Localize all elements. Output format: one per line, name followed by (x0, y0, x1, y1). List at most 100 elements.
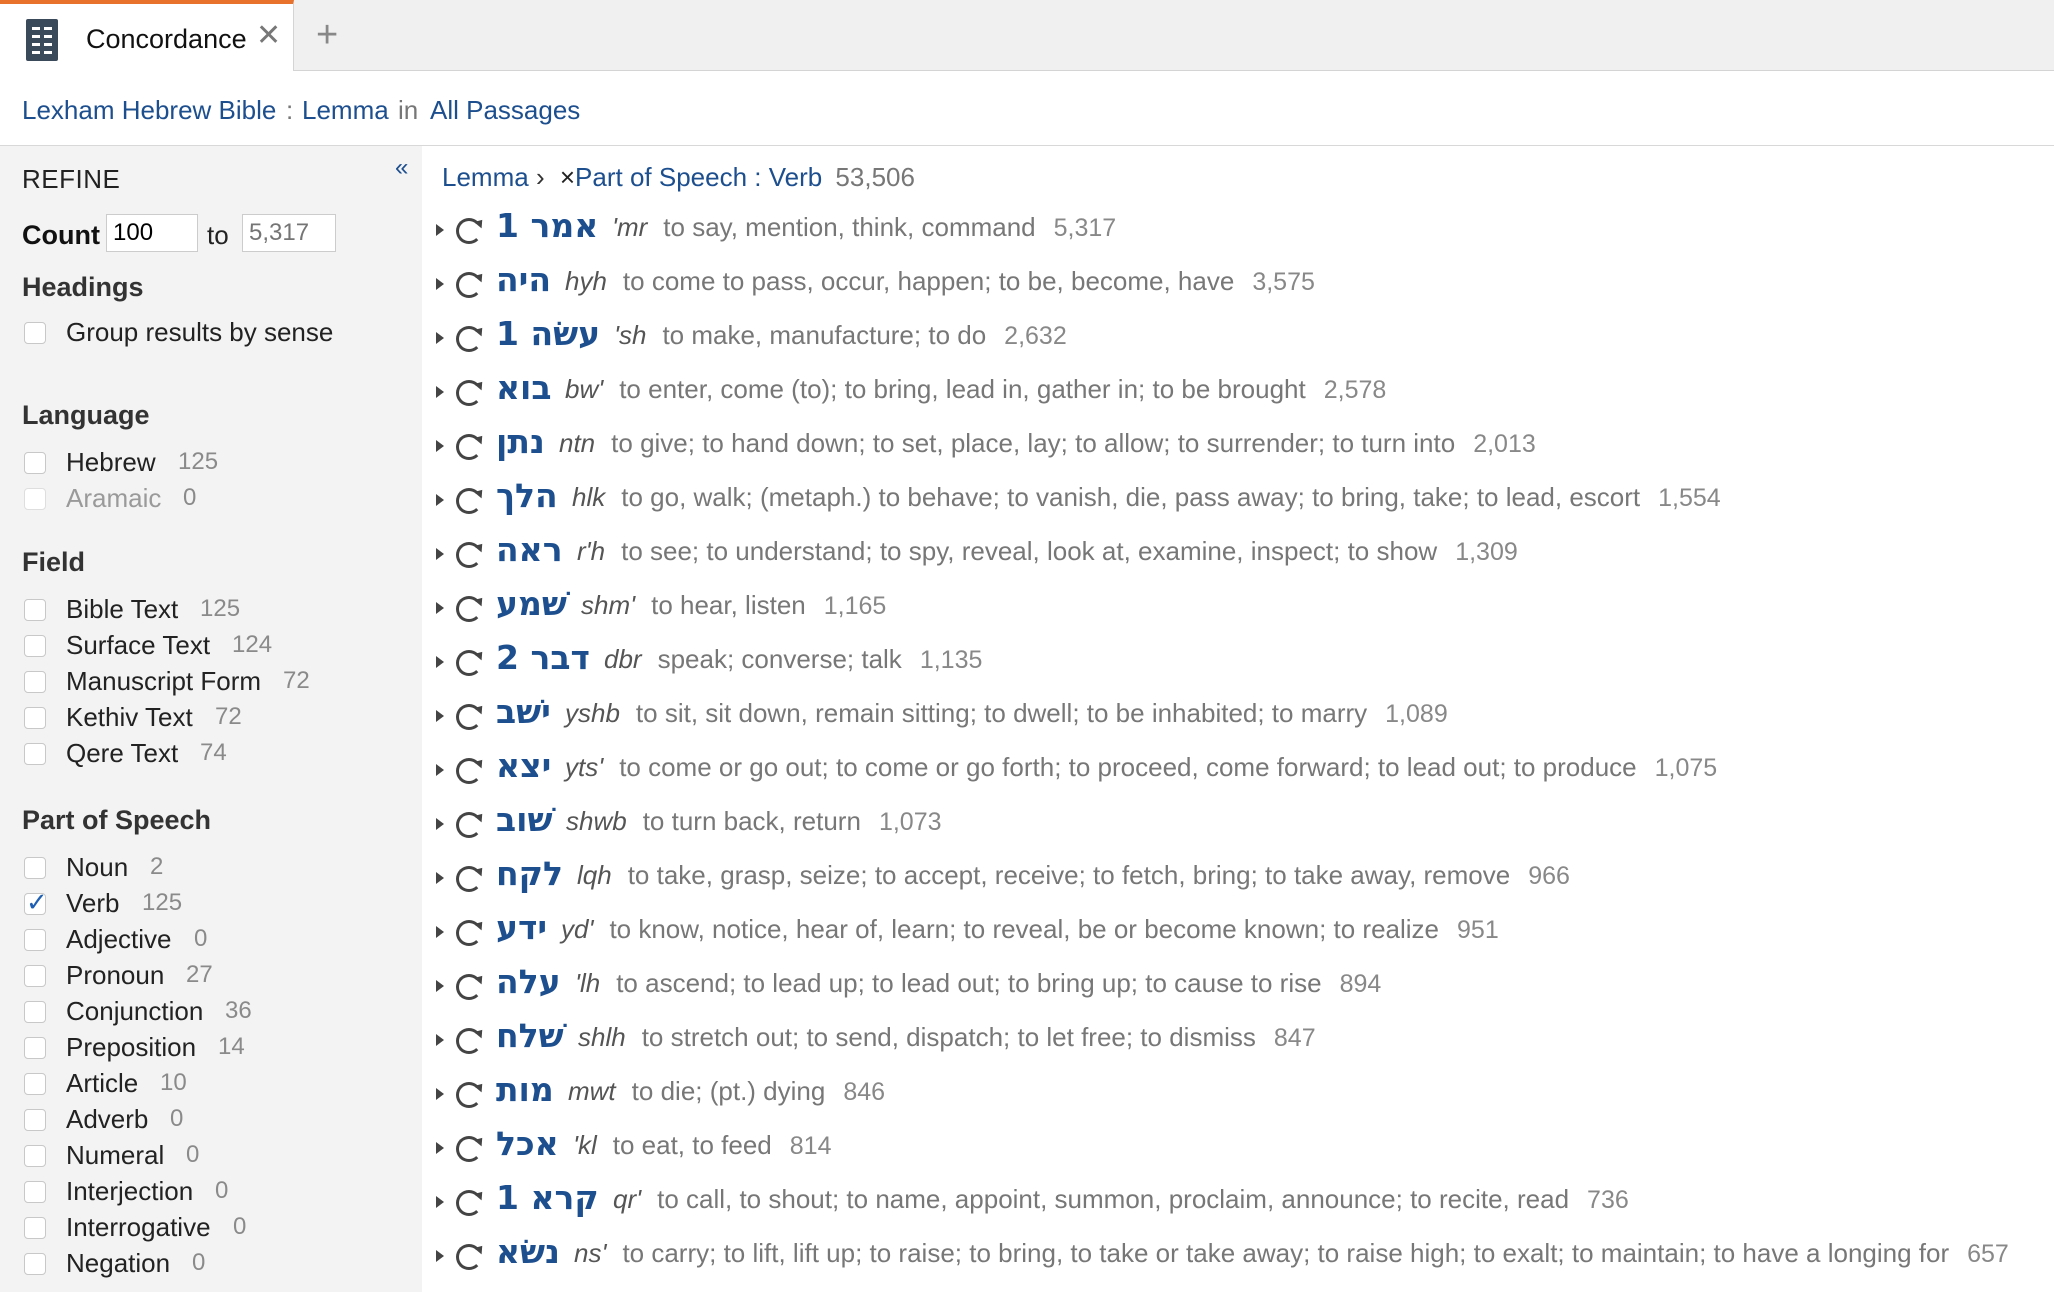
expand-triangle-icon[interactable] (436, 764, 444, 776)
result-count: 1,135 (919, 646, 983, 674)
expand-triangle-icon[interactable] (436, 548, 444, 560)
option-checkbox[interactable] (24, 857, 46, 879)
close-icon[interactable]: ✕ (256, 21, 281, 51)
option-label: Aramaic (66, 483, 162, 513)
refresh-icon (456, 326, 482, 352)
option-checkbox[interactable] (24, 1217, 46, 1239)
lemma-hebrew[interactable]: היה (496, 260, 551, 299)
option-checkbox[interactable] (24, 599, 46, 621)
lemma-hebrew[interactable]: אכל (496, 1124, 559, 1163)
option-count: 0 (186, 1141, 200, 1168)
gloss: to hear, listen (651, 590, 806, 620)
lemma-hebrew[interactable]: עשׂה 1 (496, 314, 600, 353)
expand-triangle-icon[interactable] (436, 1142, 444, 1154)
lemma-hebrew[interactable]: קרא 1 (496, 1178, 599, 1217)
refresh-icon (456, 488, 482, 514)
expand-triangle-icon[interactable] (436, 1196, 444, 1208)
option-checkbox[interactable] (24, 1145, 46, 1167)
option-checkbox[interactable] (24, 671, 46, 693)
transliteration: shwb (566, 806, 627, 836)
expand-triangle-icon[interactable] (436, 494, 444, 506)
option-checkbox[interactable] (24, 1073, 46, 1095)
scope-link[interactable]: All Passages (430, 95, 580, 126)
expand-triangle-icon[interactable] (436, 440, 444, 452)
option-checkbox[interactable] (24, 452, 46, 474)
count-from-input[interactable] (106, 214, 198, 252)
expand-triangle-icon[interactable] (436, 926, 444, 938)
expand-triangle-icon[interactable] (436, 224, 444, 236)
lemma-hebrew[interactable]: ידע (496, 908, 547, 947)
expand-triangle-icon[interactable] (436, 872, 444, 884)
option-checkbox[interactable] (24, 1181, 46, 1203)
option-checkbox[interactable] (24, 635, 46, 657)
option-checkbox[interactable] (24, 488, 46, 510)
count-to-input[interactable] (242, 214, 336, 252)
option-label: Surface Text (66, 630, 211, 660)
lemma-hebrew[interactable]: לקח (496, 854, 563, 893)
expand-triangle-icon[interactable] (436, 1088, 444, 1100)
result-count: 846 (843, 1078, 886, 1106)
group-by-sense-checkbox[interactable] (24, 322, 46, 344)
lemma-hebrew[interactable]: ישׁב (496, 692, 551, 731)
add-tab-button[interactable]: + (316, 16, 338, 54)
field-link[interactable]: Lemma (302, 95, 389, 126)
expand-triangle-icon[interactable] (436, 1034, 444, 1046)
option-checkbox[interactable] (24, 1253, 46, 1275)
lemma-hebrew[interactable]: דבר 2 (496, 638, 590, 677)
gloss: to sit, sit down, remain sitting; to dwe… (635, 698, 1368, 728)
transliteration: mwt (568, 1076, 616, 1106)
collapse-sidebar-button[interactable]: « (395, 154, 408, 182)
lemma-hebrew[interactable]: שׁוב (496, 800, 552, 839)
gloss: to come to pass, occur, happen; to be, b… (622, 266, 1235, 296)
lemma-hebrew[interactable]: שׁמע (496, 584, 567, 623)
lemma-hebrew[interactable]: יצא (496, 746, 551, 785)
option-count: 72 (215, 703, 242, 730)
lemma-hebrew[interactable]: עלה (496, 962, 561, 1001)
lemma-link[interactable]: Lemma (442, 162, 529, 192)
expand-triangle-icon[interactable] (436, 980, 444, 992)
option-count: 125 (178, 448, 219, 475)
option-label: Numeral (66, 1140, 165, 1170)
result-count: 1,073 (878, 808, 942, 836)
gloss: to give; to hand down; to set, place, la… (611, 428, 1456, 458)
option-checkbox[interactable] (24, 929, 46, 951)
expand-triangle-icon[interactable] (436, 602, 444, 614)
refresh-icon (456, 434, 482, 460)
refine-heading: REFINE (22, 164, 121, 194)
transliteration: hlk (572, 482, 606, 512)
lemma-hebrew[interactable]: אמר 1 (496, 206, 598, 245)
lemma-hebrew[interactable]: נתן (496, 422, 545, 461)
lemma-hebrew[interactable]: ראה (496, 530, 563, 569)
lemma-hebrew[interactable]: נשׂא (496, 1232, 560, 1271)
option-count: 0 (183, 484, 197, 511)
expand-triangle-icon[interactable] (436, 1250, 444, 1262)
remove-filter-icon[interactable]: × (560, 162, 575, 192)
expand-triangle-icon[interactable] (436, 386, 444, 398)
option-checkbox[interactable] (24, 743, 46, 765)
lemma-hebrew[interactable]: מות (496, 1070, 554, 1109)
option-checkbox[interactable] (24, 1109, 46, 1131)
lemma-hebrew[interactable]: הלך (496, 476, 558, 515)
expand-triangle-icon[interactable] (436, 656, 444, 668)
expand-triangle-icon[interactable] (436, 818, 444, 830)
lemma-hebrew[interactable]: בוא (496, 368, 551, 407)
expand-triangle-icon[interactable] (436, 332, 444, 344)
option-label: Interrogative (66, 1212, 211, 1242)
option-count: 0 (194, 925, 208, 952)
lemma-hebrew[interactable]: שׁלח (496, 1016, 564, 1055)
option-checkbox[interactable] (24, 1001, 46, 1023)
option-checkbox[interactable] (24, 1037, 46, 1059)
pos-filter-link[interactable]: Part of Speech : Verb (575, 162, 822, 192)
option-count: 27 (186, 961, 213, 988)
option-label: Adverb (66, 1104, 149, 1134)
tab-concordance[interactable]: Concordance ✕ (0, 0, 294, 72)
result-count: 966 (1528, 862, 1570, 890)
option-checkbox[interactable] (24, 707, 46, 729)
expand-triangle-icon[interactable] (436, 278, 444, 290)
option-checkbox[interactable] (24, 887, 48, 918)
resource-link[interactable]: Lexham Hebrew Bible (22, 95, 276, 126)
transliteration: yd' (561, 914, 594, 944)
option-checkbox[interactable] (24, 965, 46, 987)
refresh-icon (456, 812, 482, 838)
expand-triangle-icon[interactable] (436, 710, 444, 722)
